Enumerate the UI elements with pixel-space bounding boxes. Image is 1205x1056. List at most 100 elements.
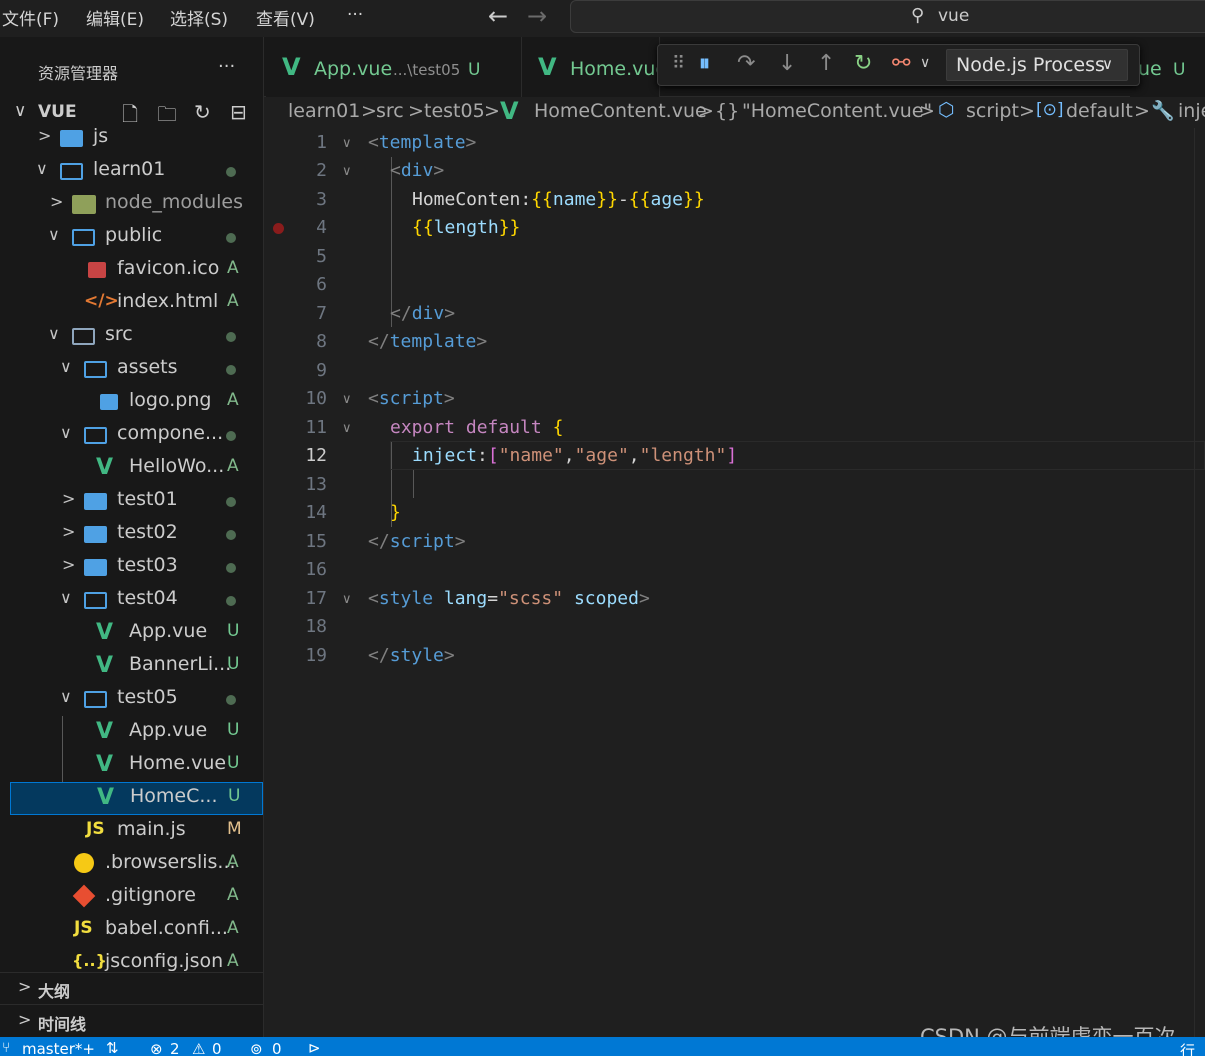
menu-view[interactable]: 查看(V) bbox=[256, 5, 315, 30]
tree-label: test02 bbox=[117, 521, 178, 543]
tree-file-browserslist[interactable]: .browserslis... A bbox=[10, 848, 263, 881]
tree-file-test04-app[interactable]: V App.vue U bbox=[10, 617, 263, 650]
breadcrumb-item[interactable]: src bbox=[376, 100, 404, 122]
git-branch-label[interactable]: master*+ bbox=[22, 1040, 95, 1056]
collapse-all-icon[interactable]: ⊟ bbox=[230, 100, 247, 124]
tree-file-homecontent-selected[interactable]: V HomeC... U bbox=[10, 782, 263, 815]
disconnect-icon[interactable]: ⚯ bbox=[892, 51, 910, 76]
fold-chevron-icon[interactable]: ∨ bbox=[342, 592, 352, 607]
tab-label: Home.vue bbox=[570, 58, 668, 80]
step-into-icon[interactable]: ↓ bbox=[778, 51, 796, 76]
outline-section[interactable]: > 大纲 bbox=[0, 972, 263, 1004]
scrollbar[interactable] bbox=[1194, 128, 1205, 1037]
tree-folder-assets[interactable]: ∨ assets bbox=[10, 353, 263, 386]
tab-home-vue[interactable]: V Home.vue bbox=[522, 37, 667, 97]
forward-arrow-icon[interactable]: → bbox=[527, 2, 547, 30]
warning-count[interactable]: 0 bbox=[212, 1040, 222, 1056]
tree-folder-src[interactable]: ∨ src bbox=[10, 320, 263, 353]
line-number: 3 bbox=[316, 189, 327, 210]
step-over-icon[interactable]: ↷ bbox=[737, 51, 755, 76]
folder-open-icon bbox=[84, 361, 107, 378]
search-input[interactable]: vue bbox=[938, 6, 969, 26]
step-out-icon[interactable]: ↑ bbox=[817, 51, 835, 76]
code-line: <div> bbox=[390, 160, 445, 181]
breadcrumb-item[interactable]: default bbox=[1066, 100, 1133, 122]
breadcrumb-item[interactable]: "HomeContent.vue" bbox=[742, 100, 932, 122]
tree-file-banner[interactable]: V BannerLi... U bbox=[10, 650, 263, 683]
tree-file-home[interactable]: V Home.vue U bbox=[10, 749, 263, 782]
code-line: </div> bbox=[390, 303, 456, 324]
modified-dot-icon bbox=[226, 332, 236, 342]
tree-folder-learn01[interactable]: ∨ learn01 bbox=[10, 155, 263, 188]
tree-file-favicon[interactable]: favicon.ico A bbox=[10, 254, 263, 287]
menu-edit[interactable]: 编辑(E) bbox=[86, 5, 144, 30]
fold-chevron-icon[interactable]: ∨ bbox=[342, 136, 352, 151]
string: "name" bbox=[498, 445, 564, 466]
js-file-icon: JS bbox=[86, 819, 105, 839]
line-number: 8 bbox=[316, 331, 327, 352]
chevron-down-icon: ∨ bbox=[60, 357, 72, 376]
tree-folder-test02[interactable]: > test02 bbox=[10, 518, 263, 551]
restart-icon[interactable]: ↻ bbox=[854, 51, 872, 76]
pause-icon[interactable]: ⏸ bbox=[699, 51, 710, 76]
debug-session-select[interactable]: Node.js Process ∨ bbox=[946, 49, 1128, 81]
explorer-more-button[interactable]: ··· bbox=[218, 56, 235, 77]
timeline-section[interactable]: > 时间线 bbox=[0, 1004, 263, 1037]
breadcrumb-item[interactable]: learn01 bbox=[288, 100, 360, 122]
breadcrumb-item[interactable]: HomeContent.vue bbox=[534, 100, 707, 122]
fold-chevron-icon[interactable]: ∨ bbox=[342, 164, 352, 179]
string: "age" bbox=[574, 445, 629, 466]
sync-icon[interactable]: ⇅ bbox=[106, 1039, 119, 1056]
chevron-right-icon: > bbox=[1134, 100, 1150, 122]
error-count[interactable]: 2 bbox=[170, 1040, 180, 1056]
braces-icon: {} bbox=[715, 100, 740, 122]
tree-folder-public[interactable]: ∨ public bbox=[10, 221, 263, 254]
breadcrumb-item[interactable]: inje bbox=[1178, 100, 1205, 122]
menu-selection[interactable]: 选择(S) bbox=[170, 5, 228, 30]
tree-label: assets bbox=[117, 356, 178, 378]
line-number: 11 bbox=[305, 417, 327, 438]
breadcrumb-item[interactable]: test05 bbox=[424, 100, 485, 122]
fold-chevron-icon[interactable]: ∨ bbox=[342, 421, 352, 436]
tree-label: HomeC... bbox=[130, 785, 218, 807]
chevron-down-icon[interactable]: ∨ bbox=[920, 55, 930, 71]
command-center-search[interactable]: ⚲ vue bbox=[570, 0, 1205, 33]
tree-file-index-html[interactable]: </> index.html A bbox=[10, 287, 263, 320]
tree-folder-test04[interactable]: ∨ test04 bbox=[10, 584, 263, 617]
tree-label: BannerLi... bbox=[129, 653, 232, 675]
chevron-right-icon: > bbox=[1019, 100, 1035, 122]
tab-label: ue bbox=[1138, 58, 1162, 80]
fold-chevron-icon[interactable]: ∨ bbox=[342, 392, 352, 407]
chevron-down-icon: ∨ bbox=[36, 159, 48, 178]
tree-folder-components[interactable]: ∨ compone... bbox=[10, 419, 263, 452]
tree-folder-test01[interactable]: > test01 bbox=[10, 485, 263, 518]
tree-folder-node-modules[interactable]: > node_modules bbox=[10, 188, 263, 221]
cursor-position[interactable]: 行 bbox=[1180, 1040, 1195, 1056]
code-editor[interactable]: 1 2 3 4 5 6 7 8 9 10 11 12 13 14 15 16 1… bbox=[264, 128, 1205, 1037]
refresh-icon[interactable]: ↻ bbox=[194, 100, 211, 124]
debug-icon[interactable]: ⊳ bbox=[308, 1039, 321, 1056]
back-arrow-icon[interactable]: ← bbox=[488, 2, 508, 30]
tree-folder-test03[interactable]: > test03 bbox=[10, 551, 263, 584]
ports-count[interactable]: 0 bbox=[272, 1040, 282, 1056]
menu-file[interactable]: 文件(F) bbox=[2, 5, 59, 30]
tab-app-vue[interactable]: V App.vue ...\test05 U bbox=[266, 37, 522, 97]
drag-handle-icon[interactable]: ⠿ bbox=[672, 53, 685, 74]
tab-homecontent-vue[interactable]: ue U bbox=[1130, 37, 1205, 97]
tree-file-gitignore[interactable]: .gitignore A bbox=[10, 881, 263, 914]
menu-more[interactable]: ··· bbox=[347, 5, 363, 25]
tree-file-babel[interactable]: JS babel.confi... A bbox=[10, 914, 263, 947]
keyword: default bbox=[465, 417, 542, 438]
modified-dot-icon bbox=[226, 563, 236, 573]
breadcrumb-item[interactable]: script bbox=[966, 100, 1019, 122]
tree-file-test05-app[interactable]: V App.vue U bbox=[10, 716, 263, 749]
tree-folder-test05[interactable]: ∨ test05 bbox=[10, 683, 263, 716]
tree-file-logo[interactable]: logo.png A bbox=[10, 386, 263, 419]
tree-folder-js[interactable]: > js bbox=[10, 122, 263, 155]
tree-file-main-js[interactable]: JS main.js M bbox=[10, 815, 263, 848]
keyword: export bbox=[390, 417, 456, 438]
vue-file-icon: V bbox=[96, 719, 114, 744]
tag-name: script bbox=[389, 531, 455, 552]
tree-file-jsconfig[interactable]: {..} jsconfig.json A bbox=[10, 947, 263, 971]
tree-file-hello[interactable]: V HelloWo... A bbox=[10, 452, 263, 485]
